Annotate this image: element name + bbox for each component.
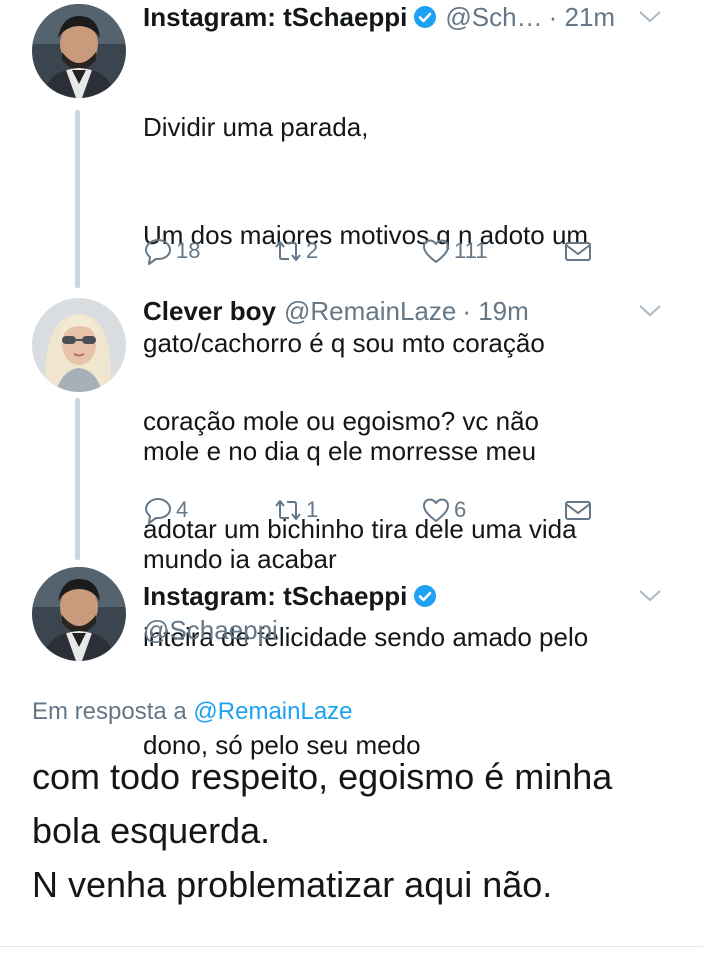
dm-button[interactable] <box>563 492 596 528</box>
like-button[interactable]: 6 <box>421 492 466 528</box>
thread-line <box>75 398 80 560</box>
tweet-text: com todo respeito, egoismo é minha bola … <box>32 750 692 912</box>
like-button[interactable]: 111 <box>421 233 487 269</box>
timestamp[interactable]: · 21m <box>549 2 615 33</box>
retweet-button[interactable]: 2 <box>273 233 318 269</box>
handle[interactable]: @Sch… <box>445 2 542 33</box>
dm-button[interactable] <box>563 233 596 269</box>
reply-button[interactable]: 18 <box>143 233 200 269</box>
tweet-actions: 18 2 111 <box>143 233 613 269</box>
avatar[interactable] <box>32 4 126 98</box>
like-icon <box>423 239 449 263</box>
tweet-header: Instagram: tSchaeppi @Sch… · 21m <box>143 0 663 34</box>
divider <box>0 946 703 947</box>
verified-icon <box>414 585 437 607</box>
handle-row: @Schaeppi <box>143 613 663 647</box>
reply-count: 4 <box>176 497 189 522</box>
verified-icon <box>414 6 437 28</box>
chevron-down-icon[interactable] <box>637 585 663 605</box>
tweet-line: com todo respeito, egoismo é minha <box>32 756 613 797</box>
tweet-line: coração mole ou egoismo? vc não <box>143 406 540 436</box>
chevron-down-icon[interactable] <box>637 300 663 320</box>
like-count: 111 <box>454 238 488 263</box>
tweet-2[interactable]: Clever boy @RemainLaze · 19m coração mol… <box>0 292 703 760</box>
tweet-header: Instagram: tSchaeppi <box>143 579 663 613</box>
replying-to: Em resposta a @RemainLaze <box>32 698 353 726</box>
reply-count: 18 <box>176 238 201 263</box>
like-icon <box>423 498 449 522</box>
retweet-button[interactable]: 1 <box>273 492 318 528</box>
avatar[interactable] <box>32 567 126 661</box>
display-name[interactable]: Clever boy <box>143 296 276 327</box>
like-count: 6 <box>454 497 467 522</box>
tweet-header: Clever boy @RemainLaze · 19m <box>143 294 663 328</box>
chevron-down-icon[interactable] <box>637 6 663 26</box>
tweet-actions: 4 1 6 <box>143 492 613 528</box>
dm-icon <box>565 242 591 261</box>
retweet-count: 1 <box>306 497 319 522</box>
tweet-1[interactable]: Instagram: tSchaeppi @Sch… · 21m Dividir… <box>0 0 703 574</box>
retweet-icon <box>275 500 301 520</box>
dm-icon <box>565 501 591 520</box>
tweet-line: Dividir uma parada, <box>143 112 369 142</box>
handle[interactable]: @Schaeppi <box>143 615 278 646</box>
handle[interactable]: @RemainLaze <box>284 296 456 327</box>
retweet-icon <box>275 241 301 261</box>
reply-icon <box>145 239 171 265</box>
thread-line <box>75 110 80 288</box>
replying-prefix: Em resposta a <box>32 698 187 725</box>
reply-button[interactable]: 4 <box>143 492 188 528</box>
avatar[interactable] <box>32 298 126 392</box>
retweet-count: 2 <box>306 238 319 263</box>
tweet-line: N venha problematizar aqui não. <box>32 864 553 905</box>
replying-to-link[interactable]: @RemainLaze <box>193 698 352 725</box>
timestamp[interactable]: · 19m <box>462 296 528 327</box>
display-name[interactable]: Instagram: tSchaeppi <box>143 2 407 33</box>
reply-icon <box>145 498 171 524</box>
tweet-line: bola esquerda. <box>32 810 271 851</box>
display-name[interactable]: Instagram: tSchaeppi <box>143 581 407 612</box>
